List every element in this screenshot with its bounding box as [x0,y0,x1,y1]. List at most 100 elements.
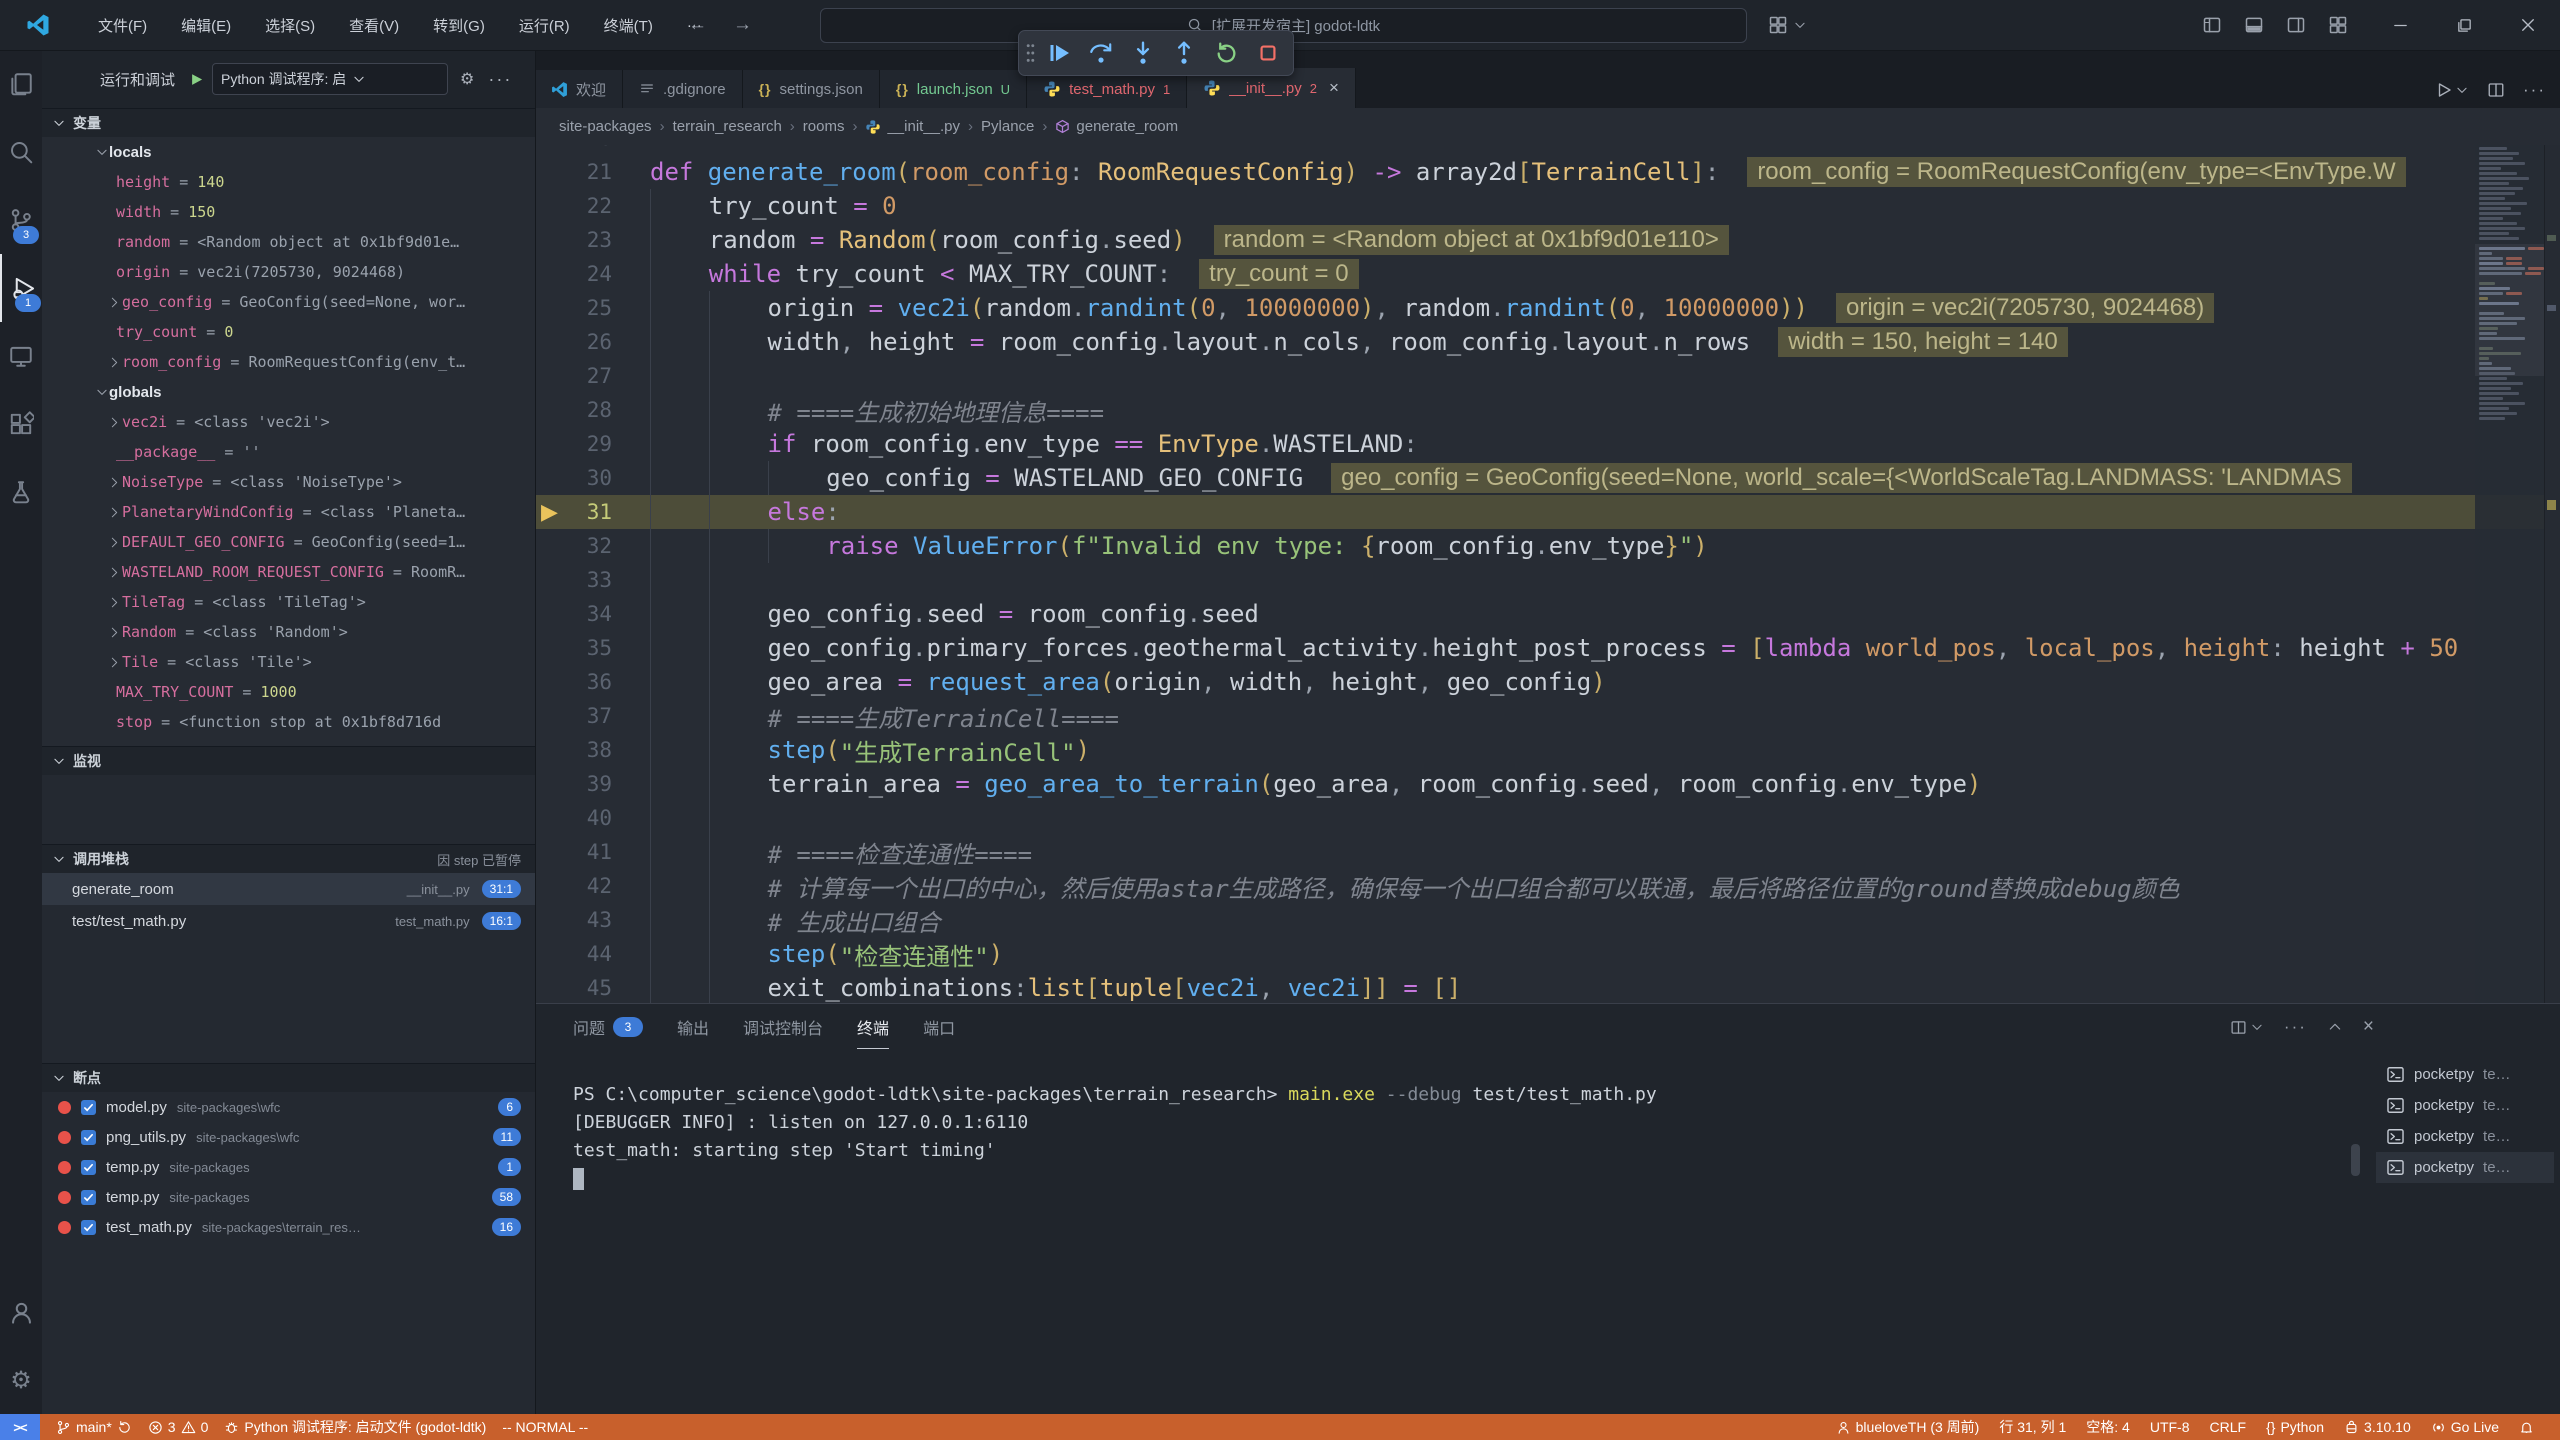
panel-tab-终端[interactable]: 终端 [857,1004,889,1049]
code-line-20[interactable]: 20 [535,145,2560,155]
code-line-32[interactable]: 32raise ValueError(f"Invalid env type: {… [535,529,2560,563]
code-line-29[interactable]: 29if room_config.env_type == EnvType.WAS… [535,427,2560,461]
debug-restart-button[interactable] [1207,35,1245,71]
breakpoint-row[interactable]: png_utils.pysite-packages\wfc11 [42,1122,535,1152]
toggle-secondary-sidebar-icon[interactable] [2286,15,2306,35]
code-line-43[interactable]: 43# 生成出口组合 [535,903,2560,937]
start-debug-button[interactable] [189,72,204,87]
breakpoint-checkbox[interactable] [81,1220,96,1235]
breakpoint-row[interactable]: test_math.pysite-packages\terrain_res…16 [42,1212,535,1242]
maximize-panel-icon[interactable] [2327,1019,2343,1035]
breakpoints-section-header[interactable]: 断点 [42,1063,535,1092]
debug-step-out-button[interactable] [1165,35,1203,71]
tab-.gdignore[interactable]: .gdignore [623,70,743,108]
callstack-section-header[interactable]: 调用堆栈 因 step 已暂停 [42,844,535,873]
code-line-35[interactable]: 35geo_config.primary_forces.geothermal_a… [535,631,2560,665]
breakpoint-checkbox[interactable] [81,1130,96,1145]
variable-row[interactable]: room_config = RoomRequestConfig(env_t… [42,347,535,377]
activity-account-icon[interactable] [0,1278,42,1346]
activity-files-icon[interactable] [0,50,42,118]
breakpoint-checkbox[interactable] [81,1190,96,1205]
debug-step-over-button[interactable] [1082,35,1120,71]
close-button[interactable] [2496,0,2560,50]
variable-group[interactable]: globals [42,377,535,407]
panel-more-actions-icon[interactable]: ··· [2284,1017,2307,1037]
code-editor[interactable]: 2021def generate_room(room_config: RoomR… [535,145,2560,1003]
debug-continue-button[interactable] [1040,35,1078,71]
code-line-23[interactable]: 23random = Random(room_config.seed)rando… [535,223,2560,257]
variables-section-header[interactable]: 变量 [42,108,535,137]
variable-row[interactable]: WASTELAND_ROOM_REQUEST_CONFIG = RoomR… [42,557,535,587]
code-line-24[interactable]: 24while try_count < MAX_TRY_COUNT:try_co… [535,257,2560,291]
activity-extensions-icon[interactable] [0,390,42,458]
maximize-button[interactable] [2432,0,2496,50]
panel-tab-调试控制台[interactable]: 调试控制台 [743,1004,823,1049]
watch-section-header[interactable]: 监视 [42,746,535,775]
code-line-37[interactable]: 37# ====生成TerrainCell==== [535,699,2560,733]
close-panel-icon[interactable]: × [2363,1016,2374,1038]
language-item[interactable]: {}Python [2266,1419,2324,1435]
breakpoint-checkbox[interactable] [81,1100,96,1115]
code-line-31[interactable]: ▶31else: [535,495,2560,529]
editor-more-actions-icon[interactable]: ··· [2523,80,2546,100]
code-line-38[interactable]: 38step("生成TerrainCell") [535,733,2560,767]
tab-launch.json[interactable]: {}launch.jsonU [880,70,1027,108]
code-line-30[interactable]: 30geo_config = WASTELAND_GEO_CONFIGgeo_c… [535,461,2560,495]
menu-item[interactable]: 文件(F) [84,9,161,42]
layout-grid-icon[interactable] [1768,15,1807,35]
code-line-45[interactable]: 45exit_combinations:list[tuple[vec2i, ve… [535,971,2560,1003]
activity-debug-icon[interactable]: 1 [0,254,44,322]
code-line-41[interactable]: 41# ====检查连通性==== [535,835,2560,869]
code-line-22[interactable]: 22try_count = 0 [535,189,2560,223]
tab-[interactable]: 欢迎 [535,70,623,108]
menu-item[interactable]: 查看(V) [335,9,413,42]
code-line-40[interactable]: 40 [535,801,2560,835]
variable-group[interactable]: locals [42,137,535,167]
debug-toolbar-grip-icon[interactable] [1025,42,1036,64]
terminal-instance-item[interactable]: pocketpyte… [2376,1152,2554,1183]
menu-item[interactable]: 选择(S) [251,9,329,42]
menu-item[interactable]: 运行(R) [505,9,584,42]
breakpoint-row[interactable]: model.pysite-packages\wfc6 [42,1092,535,1122]
variable-row[interactable]: DEFAULT_GEO_CONFIG = GeoConfig(seed=1… [42,527,535,557]
customize-layout-icon[interactable] [2328,15,2348,35]
code-line-27[interactable]: 27 [535,359,2560,393]
indentation-item[interactable]: 空格: 4 [2086,1417,2130,1437]
variable-row[interactable]: Tile = <class 'Tile'> [42,647,535,677]
variable-row[interactable]: random = <Random object at 0x1bf9d01e… [42,227,535,257]
python-version-item[interactable]: 3.10.10 [2344,1419,2411,1435]
go-live-item[interactable]: Go Live [2431,1419,2499,1435]
minimap[interactable] [2475,145,2545,1003]
breadcrumb-item[interactable]: Pylance [981,118,1034,135]
code-line-28[interactable]: 28# ====生成初始地理信息==== [535,393,2560,427]
activity-gear-icon[interactable]: ⚙ [0,1346,42,1414]
nav-forward-icon[interactable]: → [733,14,752,36]
variable-row[interactable]: Random = <class 'Random'> [42,617,535,647]
code-line-26[interactable]: 26width, height = room_config.layout.n_c… [535,325,2560,359]
menu-item[interactable]: 编辑(E) [167,9,245,42]
menu-item[interactable]: 终端(T) [590,9,667,42]
tab-settings.json[interactable]: {}settings.json [743,70,880,108]
debug-more-actions-icon[interactable]: ··· [488,69,512,90]
nav-back-icon[interactable]: ← [688,14,707,36]
callstack-frame[interactable]: generate_room__init__.py31:1 [42,873,535,905]
debug-stop-button[interactable] [1249,35,1287,71]
breadcrumb-item[interactable]: __init__.py [865,118,960,135]
breadcrumb-item[interactable]: generate_room [1055,118,1178,135]
breakpoint-row[interactable]: temp.pysite-packages1 [42,1152,535,1182]
terminal-instance-item[interactable]: pocketpyte… [2376,1121,2554,1152]
variable-row[interactable]: geo_config = GeoConfig(seed=None, wor… [42,287,535,317]
variable-row[interactable]: width = 150 [42,197,535,227]
code-line-42[interactable]: 42# 计算每一个出口的中心，然后使用astar生成路径，确保每一个出口组合都可… [535,869,2560,903]
activity-search-icon[interactable] [0,118,42,186]
panel-tab-问题[interactable]: 问题3 [573,1004,643,1049]
run-file-button[interactable] [2435,81,2469,99]
terminal-instance-item[interactable]: pocketpyte… [2376,1090,2554,1121]
breadcrumb[interactable]: site-packages›terrain_research›rooms›__i… [535,108,2560,145]
encoding-item[interactable]: UTF-8 [2150,1419,2190,1435]
variable-row[interactable]: stop = <function stop at 0x1bf8d716d [42,707,535,737]
variable-row[interactable]: NoiseType = <class 'NoiseType'> [42,467,535,497]
code-line-25[interactable]: 25origin = vec2i(random.randint(0, 10000… [535,291,2560,325]
breakpoint-checkbox[interactable] [81,1160,96,1175]
variable-row[interactable]: height = 140 [42,167,535,197]
